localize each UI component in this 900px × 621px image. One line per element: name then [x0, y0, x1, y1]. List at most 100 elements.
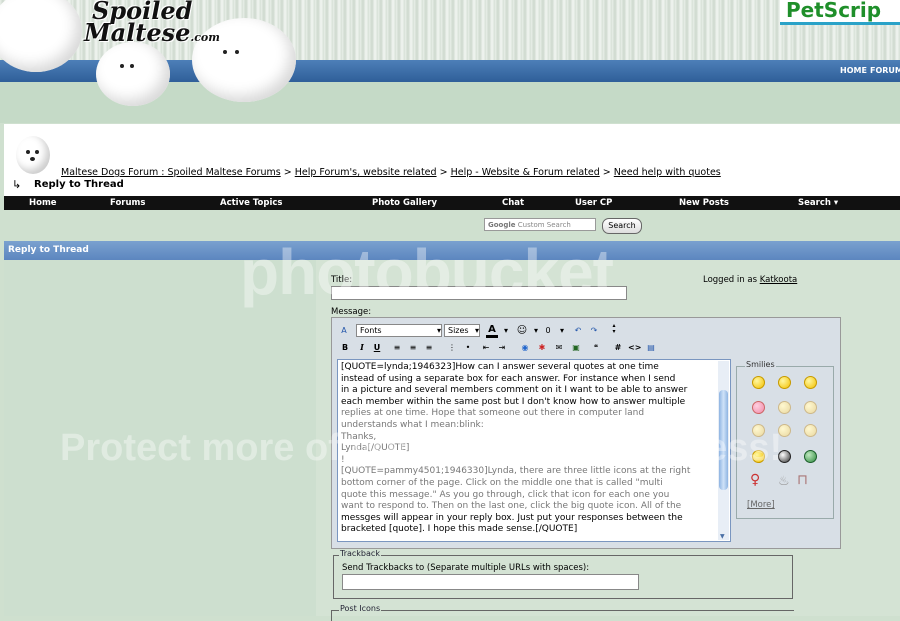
code-hash-icon[interactable]: #: [612, 342, 624, 353]
message-line: bracketed [quote]. I hope this made sens…: [341, 524, 578, 535]
custom-search-input[interactable]: Google Custom Search: [484, 218, 596, 231]
section-title: Reply to Thread: [8, 245, 89, 255]
dropdown-caret-icon[interactable]: ▾: [530, 325, 542, 336]
nav-chat[interactable]: Chat: [502, 198, 524, 208]
message-line: each member within the same post but I d…: [341, 396, 686, 407]
logged-in-prefix: Logged in as: [703, 275, 757, 285]
logged-in-status: Logged in as Katkoota: [703, 275, 797, 285]
message-line: [QUOTE=lynda;1946323]How can I answer se…: [341, 362, 659, 372]
more-smilies-link[interactable]: [More]: [747, 500, 775, 510]
indent-icon[interactable]: ⇥: [496, 342, 508, 353]
post-icons-title: Post Icons: [339, 604, 382, 613]
html-code-icon[interactable]: <>: [628, 342, 641, 353]
message-line: quote this message." As you go through, …: [341, 489, 670, 500]
redo-icon[interactable]: ↷: [588, 325, 600, 336]
insert-image-icon[interactable]: ▣: [570, 342, 582, 353]
message-line: in a picture and several members comment…: [341, 385, 688, 396]
site-logo[interactable]: Spoiled Maltese.com: [84, 0, 220, 49]
message-line: understands what I mean:blink:: [341, 419, 484, 430]
smiley-bottle-icon[interactable]: ♨: [778, 474, 792, 494]
unordered-list-icon[interactable]: •: [462, 342, 474, 353]
smiley-figure-icon[interactable]: ♀: [750, 472, 768, 494]
page-title: Reply to Thread: [34, 179, 124, 190]
smiley-icon[interactable]: [752, 450, 765, 463]
smiley-chair-icon[interactable]: ⊓: [797, 472, 823, 494]
trackback-input[interactable]: [342, 574, 639, 590]
nav-home[interactable]: Home: [29, 198, 57, 208]
nav-search[interactable]: Search ▾: [798, 198, 838, 208]
breadcrumb-separator: >: [602, 167, 611, 178]
breadcrumb: Maltese Dogs Forum : Spoiled Maltese For…: [61, 167, 721, 178]
message-textarea[interactable]: [QUOTE=lynda;1946323]How can I answer se…: [337, 359, 731, 542]
smiley-icon[interactable]: [752, 376, 765, 389]
smiley-icon[interactable]: [804, 424, 817, 437]
message-line: !: [341, 454, 345, 465]
align-center-icon[interactable]: ≡: [407, 342, 419, 353]
nav-active-topics[interactable]: Active Topics: [220, 198, 282, 208]
select-arrow-icon: ▾: [474, 326, 479, 335]
smiley-icon[interactable]: [778, 376, 791, 389]
search-placeholder: Custom Search: [517, 221, 571, 229]
font-color-icon[interactable]: A: [486, 324, 498, 338]
smiley-love-icon[interactable]: [752, 401, 765, 414]
header-link-home[interactable]: HOME: [840, 66, 867, 75]
dog-face-right: [222, 48, 240, 58]
corner-arrow-icon: ↳: [12, 178, 22, 191]
breadcrumb-area: [4, 124, 900, 196]
attachment-icon[interactable]: 0: [542, 325, 554, 336]
align-right-icon[interactable]: ≡: [423, 342, 435, 353]
textarea-scroll-thumb[interactable]: [719, 390, 728, 490]
left-panel: [4, 260, 316, 616]
italic-icon[interactable]: I: [356, 342, 368, 353]
underline-icon[interactable]: U: [371, 342, 383, 353]
trackback-title: Trackback: [339, 549, 381, 558]
select-arrow-icon: ▾: [436, 326, 441, 335]
search-row: [4, 210, 900, 240]
smiley-icon[interactable]: [804, 401, 817, 414]
smiley-insert-icon[interactable]: ☺: [516, 325, 528, 336]
title-input[interactable]: [331, 286, 627, 300]
nav-search-label: Search: [798, 198, 831, 208]
smiley-bomb-icon[interactable]: [778, 450, 791, 463]
title-label: Title:: [331, 275, 353, 285]
size-select[interactable]: Sizes ▾: [444, 324, 480, 337]
google-logo-text: Google: [488, 221, 516, 229]
message-line: [QUOTE=pammy4501;1946330]Lynda, there ar…: [341, 466, 691, 477]
dropdown-caret-icon[interactable]: ▾: [500, 325, 512, 336]
smiley-icon[interactable]: [778, 424, 791, 437]
breadcrumb-item-help-forums[interactable]: Help Forum's, website related: [295, 167, 437, 178]
nav-user-cp[interactable]: User CP: [575, 198, 612, 208]
nav-new-posts[interactable]: New Posts: [679, 198, 729, 208]
dropdown-caret-icon[interactable]: ▾: [556, 325, 568, 336]
petscript-banner[interactable]: PetScrip: [780, 0, 900, 25]
smiley-icon[interactable]: [778, 401, 791, 414]
font-select[interactable]: Fonts ▾: [356, 324, 442, 337]
nav-forums[interactable]: Forums: [110, 198, 145, 208]
php-code-icon[interactable]: ▤: [645, 342, 657, 353]
ordered-list-icon[interactable]: ⋮: [446, 342, 458, 353]
insert-link-icon[interactable]: ◉: [519, 342, 531, 353]
insert-email-icon[interactable]: ✉: [553, 342, 565, 353]
breadcrumb-separator: >: [283, 167, 292, 178]
breadcrumb-item-forum-home[interactable]: Maltese Dogs Forum : Spoiled Maltese For…: [61, 167, 281, 178]
header-link-forum[interactable]: FORUM: [870, 66, 900, 75]
breadcrumb-item-thread[interactable]: Need help with quotes: [614, 167, 721, 178]
message-line: want to respond to. Then on the last one…: [341, 501, 682, 512]
message-line: bottom corner of the page. Click on the …: [341, 477, 663, 488]
breadcrumb-item-help-website[interactable]: Help - Website & Forum related: [451, 167, 600, 178]
resize-editor-icon[interactable]: ▴ ▾: [608, 323, 620, 335]
switch-editor-mode-icon[interactable]: A: [338, 325, 350, 336]
username-link[interactable]: Katkoota: [760, 275, 798, 285]
smiley-cool-icon[interactable]: [804, 376, 817, 389]
bold-icon[interactable]: B: [339, 342, 351, 353]
search-button[interactable]: Search: [602, 218, 642, 234]
smiley-sick-icon[interactable]: [804, 450, 817, 463]
nav-photo-gallery[interactable]: Photo Gallery: [372, 198, 437, 208]
remove-link-icon[interactable]: ✱: [536, 342, 548, 353]
align-left-icon[interactable]: ≡: [391, 342, 403, 353]
quote-icon[interactable]: ❝: [590, 342, 602, 353]
smiley-icon[interactable]: [752, 424, 765, 437]
outdent-icon[interactable]: ⇤: [480, 342, 492, 353]
undo-icon[interactable]: ↶: [572, 325, 584, 336]
scroll-down-icon[interactable]: ▼: [720, 533, 725, 540]
